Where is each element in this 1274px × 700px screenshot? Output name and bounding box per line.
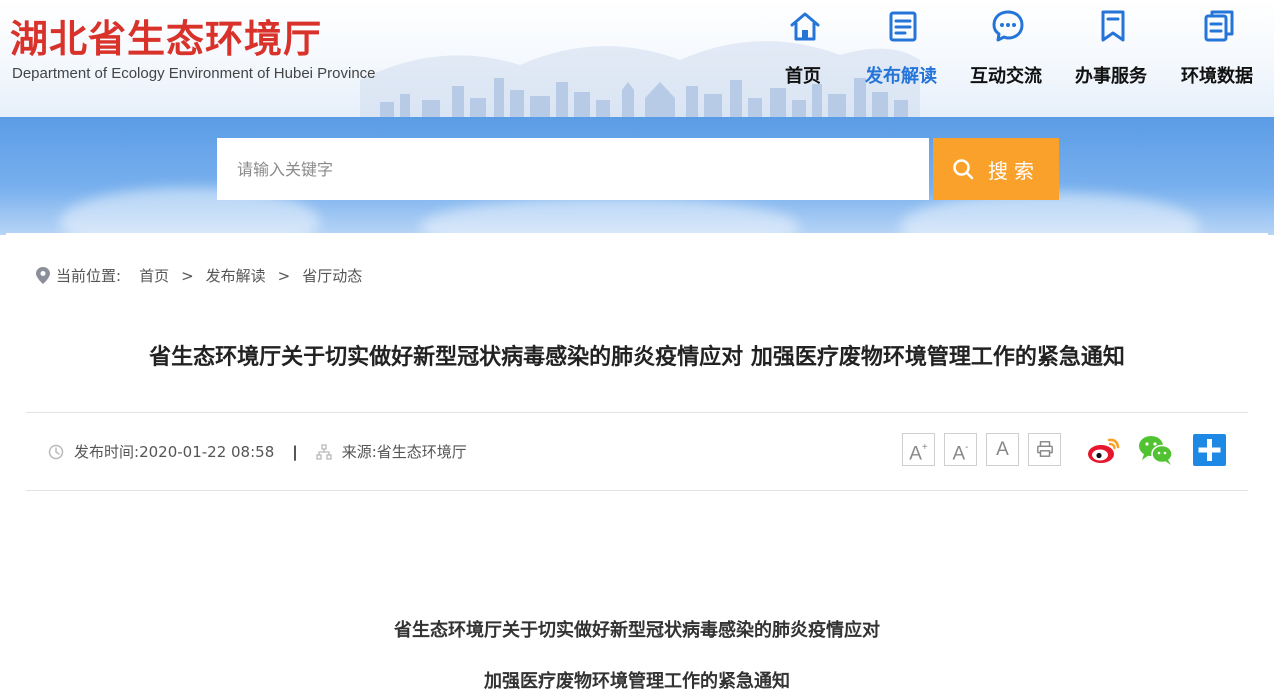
nav-item-release[interactable]: 发布解读 xyxy=(858,0,944,117)
nav-label-data: 环境数据 xyxy=(1181,66,1253,87)
article-card: 当前位置: 首页 > 发布解读 > 省厅动态 省生态环境厅关于切实做好新型冠状病… xyxy=(6,233,1268,700)
more-share-plus-icon[interactable] xyxy=(1192,434,1228,466)
search-icon xyxy=(953,159,974,180)
clock-icon xyxy=(48,444,64,459)
font-decrease-letter: A xyxy=(952,443,966,465)
breadcrumb-release[interactable]: 发布解读 xyxy=(206,265,266,286)
breadcrumb-home[interactable]: 首页 xyxy=(139,265,169,286)
source-value: 省生态环境厅 xyxy=(376,443,467,461)
wechat-share-icon[interactable] xyxy=(1138,434,1174,466)
nav-label-home: 首页 xyxy=(785,66,821,87)
document-heading-line-1: 省生态环境厅关于切实做好新型冠状病毒感染的肺炎疫情应对 xyxy=(394,620,880,641)
search-button[interactable]: 搜索 xyxy=(933,138,1059,200)
location-pin-icon xyxy=(36,267,50,284)
nav-item-data[interactable]: 环境数据 xyxy=(1174,0,1260,117)
nav-item-services[interactable]: 办事服务 xyxy=(1068,0,1154,117)
document-icon xyxy=(889,11,917,42)
minus-sign: - xyxy=(965,442,969,453)
weibo-share-icon[interactable] xyxy=(1086,434,1122,466)
search-banner: 搜索 xyxy=(0,117,1274,235)
article-title: 省生态环境厅关于切实做好新型冠状病毒感染的肺炎疫情应对 加强医疗废物环境管理工作… xyxy=(149,345,1125,370)
font-decrease-button[interactable]: A- xyxy=(944,433,977,466)
meta-separator: | xyxy=(292,442,298,461)
publish-time-label: 发布时间: xyxy=(74,443,140,461)
site-header: 湖北省生态环境厅 Department of Ecology Environme… xyxy=(0,0,1274,117)
plus-sign: + xyxy=(921,442,928,453)
document-heading-line-2: 加强医疗废物环境管理工作的紧急通知 xyxy=(484,671,790,692)
org-chart-icon xyxy=(316,443,332,460)
nav-item-interaction[interactable]: 互动交流 xyxy=(963,0,1049,117)
font-reset-button[interactable]: A xyxy=(986,433,1019,466)
breadcrumb-dept-news[interactable]: 省厅动态 xyxy=(302,265,362,286)
search-button-label: 搜索 xyxy=(988,158,1040,183)
printer-icon xyxy=(1036,441,1053,457)
site-logo-title[interactable]: 湖北省生态环境厅 xyxy=(10,16,322,62)
source-label: 来源: xyxy=(341,443,377,461)
search-input[interactable] xyxy=(217,138,929,200)
breadcrumb-label: 当前位置: xyxy=(56,267,122,285)
print-button[interactable] xyxy=(1028,433,1061,466)
font-increase-button[interactable]: A+ xyxy=(902,433,935,466)
nav-label-interaction: 互动交流 xyxy=(970,66,1042,87)
bookmark-icon xyxy=(1101,10,1125,42)
nav-label-release: 发布解读 xyxy=(865,66,937,87)
site-logo-subtitle: Department of Ecology Environment of Hub… xyxy=(12,65,376,82)
publish-time: 2020-01-22 08:58 xyxy=(139,442,275,461)
breadcrumb-separator: > xyxy=(181,266,194,285)
font-reset-letter: A xyxy=(996,439,1009,460)
chat-bubble-icon xyxy=(992,10,1024,42)
home-icon xyxy=(790,12,820,41)
font-increase-letter: A xyxy=(909,443,922,465)
nav-item-home[interactable]: 首页 xyxy=(760,0,846,117)
divider xyxy=(26,490,1248,491)
breadcrumb-separator: > xyxy=(277,266,291,285)
cloud-decoration xyxy=(420,197,800,235)
breadcrumb: 当前位置: 首页 > 发布解读 > 省厅动态 xyxy=(36,265,362,286)
article-meta: 发布时间: 2020-01-22 08:58 | 来源: 省生态环境厅 xyxy=(48,441,467,462)
divider xyxy=(26,412,1248,413)
main-nav: 首页 发布解读 互动交流 办事服务 环境数据 xyxy=(760,0,1274,117)
data-pages-icon xyxy=(1204,10,1234,42)
nav-label-services: 办事服务 xyxy=(1075,66,1147,87)
